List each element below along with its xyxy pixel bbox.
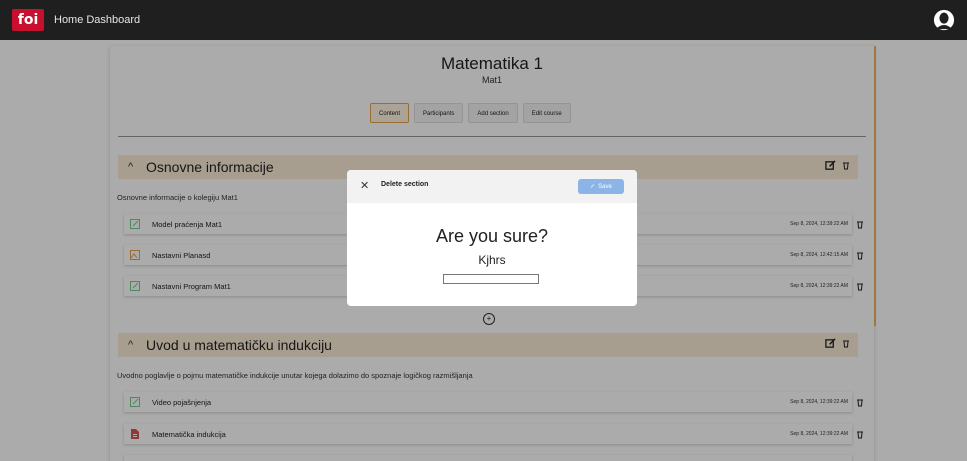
nav-home-link[interactable]: Home — [54, 14, 83, 26]
save-button-label: Save — [598, 183, 612, 190]
confirm-name-input[interactable] — [443, 274, 539, 284]
user-avatar-icon[interactable] — [933, 9, 955, 31]
save-button[interactable]: ✓ Save — [578, 179, 624, 194]
close-icon[interactable]: ✕ — [360, 179, 369, 192]
foi-logo[interactable]: foi — [12, 9, 44, 31]
confirm-question: Are you sure? — [435, 226, 549, 246]
section-name: Kjhrs — [478, 253, 506, 267]
nav-dashboard-link[interactable]: Dashboard — [86, 14, 140, 26]
delete-section-dialog: ✕ Delete section ✓ Save Are you sure? Kj… — [347, 170, 637, 306]
dialog-title: Delete section — [381, 181, 429, 188]
check-icon: ✓ — [590, 184, 596, 190]
top-navbar: foi Home Dashboard — [0, 0, 967, 40]
dialog-header: ✕ Delete section ✓ Save — [347, 170, 637, 203]
